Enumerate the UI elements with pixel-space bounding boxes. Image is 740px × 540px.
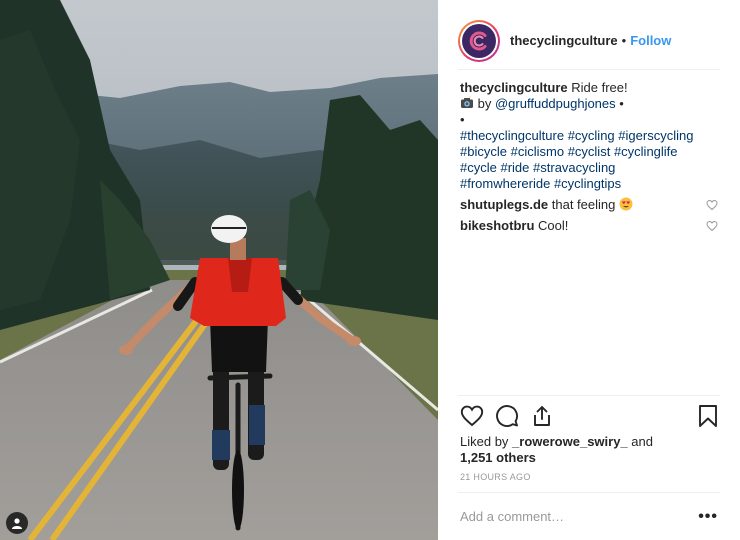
likes-and: and	[631, 434, 653, 449]
caption-username-link[interactable]: thecyclingculture	[460, 80, 568, 95]
hashtag-link[interactable]: #igerscycling	[618, 128, 693, 143]
hashtag-link[interactable]: #cyclingtips	[554, 176, 621, 191]
header-username-link[interactable]: thecyclingculture	[510, 33, 618, 48]
action-bar	[458, 404, 720, 430]
comment-username-link[interactable]: shutuplegs.de	[460, 197, 548, 212]
hashtag-line: #thecyclingculture #cycling #igerscyclin…	[460, 128, 718, 144]
hashtag-link[interactable]: #cyclist	[568, 144, 611, 159]
follow-button[interactable]: Follow	[630, 33, 671, 48]
comment-icon[interactable]	[495, 404, 519, 428]
post-timestamp[interactable]: 21 HOURS AGO	[460, 472, 531, 482]
bookmark-icon[interactable]	[696, 404, 720, 428]
hashtag-link[interactable]: #cycle	[460, 160, 497, 175]
comment-like-heart-icon[interactable]	[706, 199, 718, 211]
caption-bullet-line: •	[460, 112, 465, 127]
camera-emoji-icon	[461, 96, 473, 108]
comment-username-link[interactable]: bikeshotbru	[460, 218, 534, 233]
likes-prefix: Liked by	[460, 434, 509, 449]
brand-logo-icon	[462, 23, 496, 58]
post-detail-panel: thecyclingculture • Follow thecyclingcul…	[438, 0, 740, 540]
caption-bullet: •	[619, 96, 624, 111]
hashtag-link[interactable]: #thecyclingculture	[460, 128, 564, 143]
comment-item: shutuplegs.de that feeling	[460, 197, 718, 213]
hashtag-link[interactable]: #bicycle	[460, 144, 507, 159]
cyclist-on-road-image	[0, 0, 438, 540]
heart-icon[interactable]	[460, 404, 484, 428]
caption-text: Ride free!	[571, 80, 628, 95]
comments-section: thecyclingculture Ride free! by @gruffud…	[460, 80, 718, 234]
heart-eyes-emoji-icon	[619, 197, 633, 211]
add-comment-bar: •••	[458, 492, 720, 540]
header-separator: •	[621, 33, 627, 48]
share-icon[interactable]	[530, 404, 554, 428]
post-actions: Liked by _rowerowe_swiry_ and 1,251 othe…	[458, 395, 720, 465]
comment-text: Cool!	[538, 218, 569, 233]
likes-summary: Liked by _rowerowe_swiry_ and 1,251 othe…	[460, 434, 718, 466]
hashtag-link[interactable]: #ride	[500, 160, 529, 175]
post-photo[interactable]	[0, 0, 438, 540]
comment-text: that feeling	[551, 197, 616, 212]
more-options-button[interactable]: •••	[698, 508, 720, 526]
post-header: thecyclingculture • Follow	[458, 12, 720, 70]
hashtag-link[interactable]: #stravacycling	[533, 160, 615, 175]
hashtag-link[interactable]: #cycling	[568, 128, 615, 143]
hashtag-line: #cycle #ride #stravacycling	[460, 160, 718, 176]
liked-by-user-link[interactable]: _rowerowe_swiry_	[512, 434, 628, 449]
credit-prefix: by	[477, 96, 492, 111]
hashtag-line: #bicycle #ciclismo #cyclist #cyclinglife	[460, 144, 718, 160]
add-comment-input[interactable]	[458, 509, 678, 524]
hashtag-link[interactable]: #fromwhereride	[460, 176, 550, 191]
hashtag-link[interactable]: #cyclinglife	[614, 144, 678, 159]
comment-item: bikeshotbru Cool!	[460, 218, 718, 234]
likes-count-link[interactable]: 1,251 others	[460, 450, 536, 465]
hashtag-line: #fromwhereride #cyclingtips	[460, 176, 718, 192]
comment-like-heart-icon[interactable]	[706, 220, 718, 232]
hashtag-link[interactable]: #ciclismo	[511, 144, 564, 159]
credit-mention-link[interactable]: @gruffuddpughjones	[495, 96, 616, 111]
caption: thecyclingculture Ride free! by @gruffud…	[460, 80, 718, 192]
avatar[interactable]	[458, 19, 500, 62]
user-tag-icon[interactable]	[6, 512, 28, 534]
